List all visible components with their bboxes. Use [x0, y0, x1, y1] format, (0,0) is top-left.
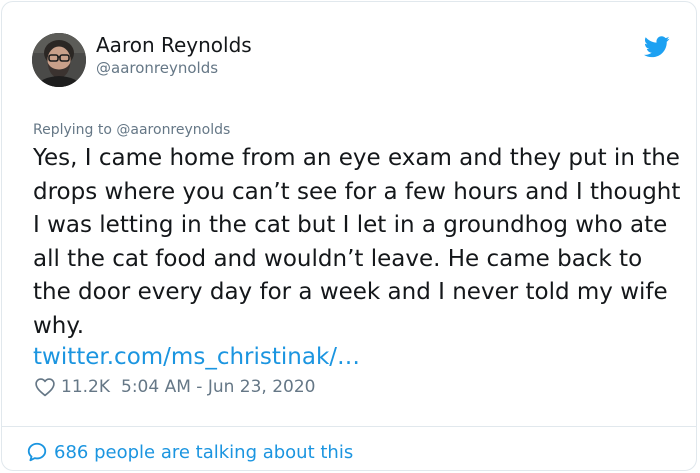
- replying-prefix: Replying to: [33, 122, 117, 138]
- replying-to: Replying to @aaronreynolds: [33, 121, 230, 139]
- speech-bubble-icon: [27, 442, 47, 462]
- like-button[interactable]: 11.2K: [34, 376, 110, 398]
- footer-divider: [2, 426, 696, 427]
- tweet-meta: 11.2K 5:04 AM - Jun 23, 2020: [34, 375, 316, 399]
- reply-mention-link[interactable]: @aaronreynolds: [116, 122, 230, 138]
- heart-icon: [35, 378, 55, 397]
- avatar[interactable]: [32, 33, 86, 87]
- conversation-link[interactable]: 686 people are talking about this: [26, 438, 353, 466]
- like-count: 11.2K: [61, 377, 110, 397]
- tweet-card: Aaron Reynolds @aaronreynolds Replying t…: [1, 1, 697, 471]
- tweet-link[interactable]: twitter.com/ms_christinak/…: [33, 341, 360, 374]
- tweet-text: Yes, I came home from an eye exam and th…: [33, 145, 681, 339]
- author-display-name[interactable]: Aaron Reynolds: [96, 33, 252, 57]
- person-avatar-icon: [32, 33, 86, 87]
- author-handle[interactable]: @aaronreynolds: [96, 59, 218, 77]
- twitter-bird-icon[interactable]: [644, 36, 670, 58]
- tweet-timestamp[interactable]: 5:04 AM - Jun 23, 2020: [121, 377, 316, 397]
- talking-text: 686 people are talking about this: [54, 441, 354, 463]
